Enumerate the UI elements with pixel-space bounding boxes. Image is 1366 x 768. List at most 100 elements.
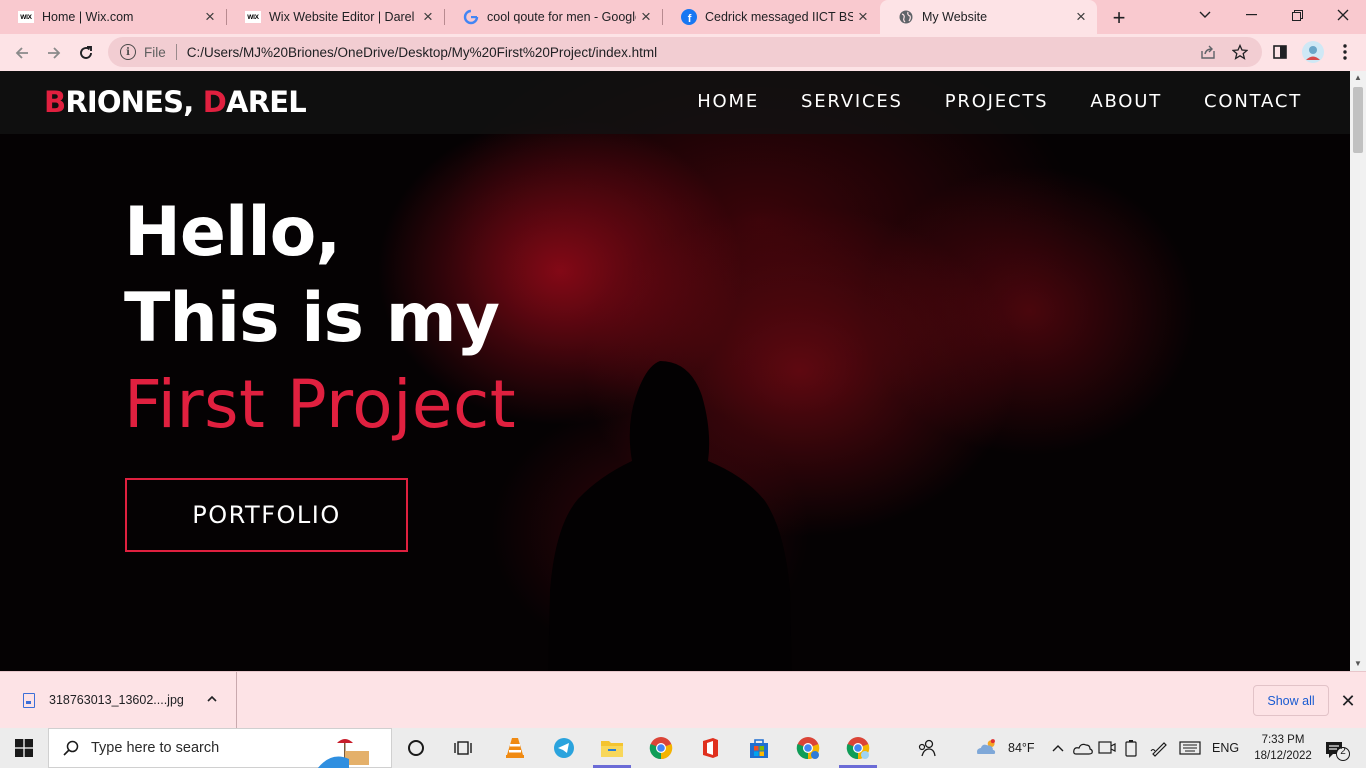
logo-text-darel: AREL [226,85,307,119]
back-arrow-icon[interactable] [10,41,34,65]
svg-text:f: f [688,13,692,25]
url-scheme-label: File [144,44,166,60]
close-tab-icon[interactable]: × [200,7,220,27]
close-download-shelf-icon[interactable]: ✕ [1338,691,1358,711]
tab-title: cool qoute for men - Google [487,10,636,24]
clock-time: 7:33 PM [1261,734,1305,746]
tab-wix-editor[interactable]: WIX Wix Website Editor | Darel Pr × [227,0,444,34]
minimize-icon[interactable] [1228,0,1274,30]
windows-start-icon[interactable] [0,728,48,768]
forward-arrow-icon[interactable] [42,41,66,65]
site-nav-menu: HOME SERVICES PROJECTS ABOUT CONTACT [655,91,1302,113]
reload-icon[interactable] [74,41,98,65]
facebook-icon: f [681,9,697,25]
scroll-up-arrow-icon[interactable]: ▲ [1350,71,1366,85]
tab-title: Wix Website Editor | Darel Pr [269,10,418,24]
people-icon[interactable] [915,736,939,760]
notification-center-icon[interactable]: 2 [1325,740,1351,767]
browser-tab-strip: WIX Home | Wix.com × WIX Wix Website Edi… [0,0,1366,34]
portfolio-button[interactable]: PORTFOLIO [125,478,408,552]
url-text[interactable]: C:/Users/MJ%20Briones/OneDrive/Desktop/M… [187,45,657,60]
browser-toolbar: i File C:/Users/MJ%20Briones/OneDrive/De… [0,34,1366,71]
telegram-icon[interactable] [552,736,576,760]
google-icon [463,9,479,25]
onedrive-cloud-icon[interactable] [1071,736,1095,760]
nav-link-home[interactable]: HOME [697,91,759,113]
weather-icon[interactable] [974,736,998,760]
hooded-figure-image [548,361,792,671]
tray-overflow-chevron-icon[interactable] [1046,736,1070,760]
download-shelf: 318763013_13602....jpg Show all ✕ [0,671,1366,728]
nav-link-about[interactable]: ABOUT [1090,91,1162,113]
battery-icon[interactable] [1119,736,1143,760]
vlc-icon[interactable] [503,736,527,760]
scroll-down-arrow-icon[interactable]: ▼ [1350,657,1366,671]
hero-heading-hello: Hello, [124,193,341,272]
tab-my-website[interactable]: My Website × [880,0,1097,34]
site-header: BRIONES, DAREL HOME SERVICES PROJECTS AB… [0,71,1350,134]
search-placeholder: Type here to search [91,740,220,756]
tab-title: Home | Wix.com [42,10,134,24]
system-clock[interactable]: 7:33 PM 18/12/2022 [1248,732,1318,764]
logo-text-briones: RIONES, [65,85,203,119]
image-file-icon [23,692,35,708]
site-info-icon[interactable]: i [120,44,136,60]
download-file-name: 318763013_13602....jpg [49,693,184,707]
menu-kebab-icon[interactable] [1336,43,1354,61]
keyboard-icon[interactable] [1178,736,1202,760]
tab-google-search[interactable]: cool qoute for men - Google × [445,0,662,34]
address-bar[interactable]: i File C:/Users/MJ%20Briones/OneDrive/De… [108,37,1262,67]
nav-link-services[interactable]: SERVICES [801,91,903,113]
side-panel-icon[interactable] [1271,43,1289,61]
page-viewport: BRIONES, DAREL HOME SERVICES PROJECTS AB… [0,71,1350,671]
notification-count: 2 [1340,746,1346,757]
logo-initial-d: D [202,85,227,119]
new-tab-plus-icon[interactable]: + [1108,5,1130,30]
nav-link-contact[interactable]: CONTACT [1204,91,1302,113]
file-explorer-icon[interactable] [600,736,624,760]
share-icon[interactable] [1199,43,1217,61]
search-icon [63,740,79,756]
cortana-icon[interactable] [404,736,428,760]
chrome-icon[interactable] [649,736,673,760]
download-options-chevron-icon[interactable] [205,692,219,706]
url-divider [175,44,177,60]
taskbar-search-box[interactable]: Type here to search [48,728,392,768]
tab-facebook[interactable]: f Cedrick messaged IICT BSIT × [663,0,879,34]
globe-icon [898,9,914,25]
close-tab-icon[interactable]: × [1071,7,1091,27]
scrollbar-thumb[interactable] [1353,87,1363,153]
wix-icon: WIX [18,9,34,25]
restore-icon[interactable] [1274,0,1320,30]
download-item[interactable]: 318763013_13602....jpg [0,672,237,728]
page-scrollbar[interactable]: ▲ ▼ [1350,71,1366,671]
wix-icon: WIX [245,9,261,25]
task-view-icon[interactable] [451,736,475,760]
meet-now-icon[interactable] [1095,736,1119,760]
tab-title: Cedrick messaged IICT BSIT [705,10,853,24]
chrome-profile-icon[interactable] [796,736,820,760]
bookmark-star-icon[interactable] [1231,43,1249,61]
search-highlight-illustration-icon [317,739,369,768]
windows-taskbar: Type here to search 84°F ENG 7:33 PM 18/… [0,728,1366,768]
microsoft-store-icon[interactable] [747,736,771,760]
chrome-active-icon[interactable] [846,736,870,760]
office-icon[interactable] [698,736,722,760]
nav-link-projects[interactable]: PROJECTS [945,91,1049,113]
hero-heading-this-is-my: This is my [124,279,500,358]
language-indicator[interactable]: ENG [1212,741,1239,755]
tab-title: My Website [922,10,988,24]
close-window-icon[interactable] [1320,0,1366,30]
close-tab-icon[interactable]: × [418,7,438,27]
weather-temperature[interactable]: 84°F [1008,741,1035,755]
pen-ink-icon[interactable] [1147,736,1171,760]
clock-date: 18/12/2022 [1254,750,1312,762]
close-tab-icon[interactable]: × [636,7,656,27]
tab-wix-home[interactable]: WIX Home | Wix.com × [0,0,226,34]
show-all-downloads-button[interactable]: Show all [1253,685,1329,716]
site-logo[interactable]: BRIONES, DAREL [44,85,307,119]
hero-heading-first-project: First Project [124,366,517,443]
tab-search-chevron-icon[interactable] [1182,0,1228,30]
close-tab-icon[interactable]: × [853,7,873,27]
profile-avatar[interactable] [1302,41,1324,63]
